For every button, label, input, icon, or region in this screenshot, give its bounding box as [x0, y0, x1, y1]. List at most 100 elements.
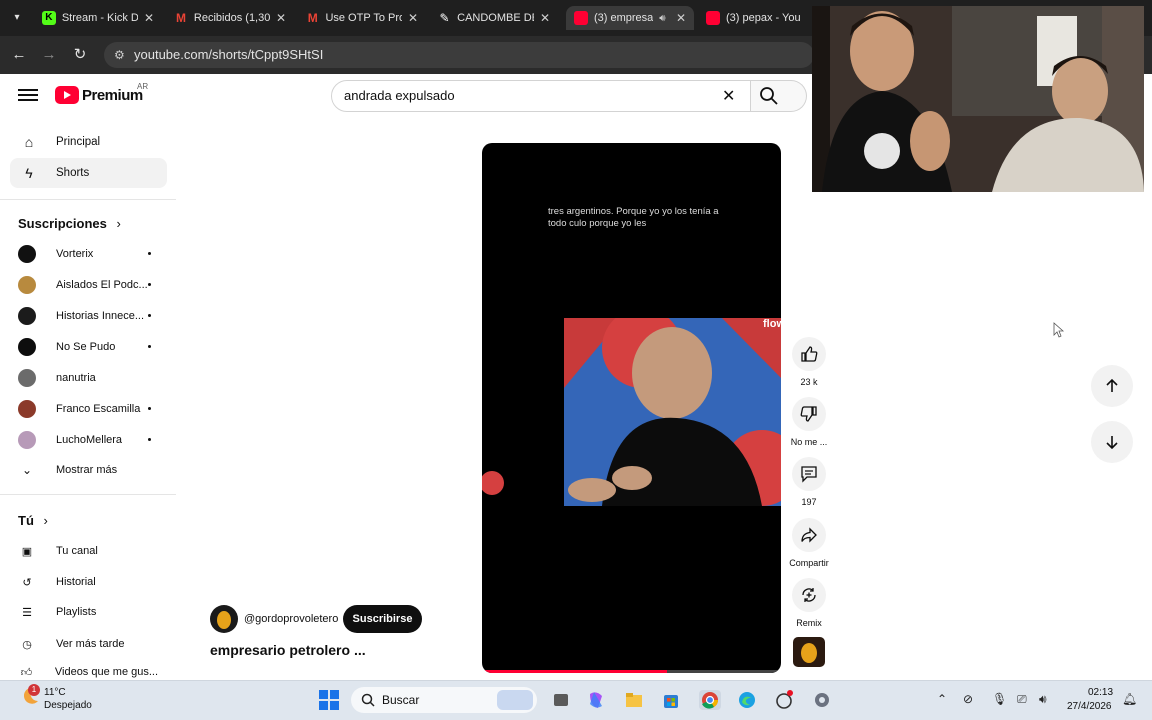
tab-title: Use OTP To Pro	[325, 12, 402, 24]
weather-description: Despejado	[44, 700, 92, 711]
sidebar-item-principal[interactable]: ⌂ Principal	[10, 127, 167, 157]
channel-avatar	[18, 276, 36, 294]
browser-tab[interactable]: M Recibidos (1,30 ✕	[166, 6, 294, 30]
next-short-button[interactable]	[1091, 421, 1133, 463]
browser-tab-active[interactable]: (3) empresa 🔊︎ ✕	[566, 6, 694, 30]
chrome-icon[interactable]	[699, 690, 721, 710]
subscription-item[interactable]: Aislados El Podc...	[18, 275, 158, 295]
clear-search-icon[interactable]: ✕	[722, 86, 735, 106]
menu-icon[interactable]	[18, 86, 38, 106]
file-explorer-icon[interactable]	[624, 690, 646, 710]
back-icon[interactable]: ←	[9, 45, 29, 65]
thumbs-up-icon	[801, 346, 818, 362]
subscriptions-heading[interactable]: Suscripciones ›	[18, 216, 121, 231]
forward-icon[interactable]: →	[39, 45, 59, 65]
clock-time[interactable]: 02:13	[1088, 687, 1113, 698]
youtube-premium-logo[interactable]: Premium AR	[55, 82, 148, 104]
sidebar-item-watch-later[interactable]: ◷ Ver más tarde	[18, 634, 158, 654]
tab-title: CANDOMBE DE	[457, 12, 534, 24]
network-icon[interactable]: ⎚	[1017, 692, 1027, 707]
sidebar-divider	[0, 199, 176, 200]
address-bar[interactable]: ⚙ youtube.com/shorts/tCppt9SHtSI	[104, 42, 814, 68]
video-progress-bar[interactable]	[482, 670, 781, 673]
search-input[interactable]: andrada expulsado	[331, 80, 751, 112]
subscription-label: Franco Escamilla	[56, 403, 141, 415]
clock-date[interactable]: 27/4/2026	[1067, 701, 1112, 712]
shorts-icon: ϟ	[25, 165, 33, 181]
gmail-icon: M	[307, 11, 318, 25]
remix-button[interactable]	[792, 578, 826, 612]
close-tab-icon[interactable]: ✕	[408, 11, 418, 25]
mouse-cursor-icon	[1053, 322, 1065, 343]
taskbar-search-placeholder: Buscar	[382, 693, 420, 707]
weather-widget[interactable]: 1	[20, 684, 40, 712]
new-content-dot	[148, 252, 151, 255]
sidebar-item-history[interactable]: ↺ Historial	[18, 572, 158, 592]
tab-list-button[interactable]: ▾	[8, 9, 26, 27]
arrow-up-icon	[1106, 378, 1118, 392]
task-view-icon[interactable]	[551, 690, 573, 710]
subscription-label: Vorterix	[56, 248, 94, 260]
subscription-item[interactable]: Vorterix	[18, 244, 158, 264]
notifications-icon[interactable]: 🔔︎	[1122, 692, 1137, 706]
subscription-item[interactable]: LuchoMellera	[18, 430, 158, 450]
comments-button[interactable]	[792, 457, 826, 491]
search-button[interactable]	[751, 80, 807, 112]
sidebar-item-liked-videos[interactable]: 👍︎ Videos que me gus...	[18, 664, 158, 680]
sidebar-item-label: Shorts	[56, 167, 90, 179]
browser-tab[interactable]: M Use OTP To Pro ✕	[298, 6, 426, 30]
channel-icon: ▣	[21, 545, 33, 558]
dislike-button[interactable]	[792, 397, 826, 431]
channel-avatar[interactable]	[210, 605, 238, 633]
sidebar-item-your-channel[interactable]: ▣ Tu canal	[18, 541, 158, 561]
new-content-dot	[148, 314, 151, 317]
new-content-dot	[148, 407, 151, 410]
store-icon[interactable]	[661, 690, 683, 710]
sidebar-item-label: Historial	[56, 576, 96, 588]
kick-icon: K	[42, 11, 56, 25]
microphone-icon[interactable]: 🎙︎	[992, 692, 1007, 706]
subscription-item[interactable]: Historias Innece...	[18, 306, 158, 326]
volume-icon[interactable]: 🔊︎	[1039, 692, 1047, 707]
speaker-icon[interactable]: 🔊︎	[659, 13, 665, 24]
subscribe-button[interactable]: Suscribirse	[343, 605, 422, 633]
you-heading[interactable]: Tú ›	[18, 513, 48, 528]
previous-short-button[interactable]	[1091, 365, 1133, 407]
show-more-button[interactable]: ⌄ Mostrar más	[18, 460, 158, 480]
sidebar-item-shorts[interactable]: ϟ Shorts	[10, 158, 167, 188]
browser-tab[interactable]: K Stream - Kick D ✕	[34, 6, 162, 30]
copilot-icon[interactable]	[586, 690, 608, 710]
settings-icon[interactable]	[812, 690, 834, 710]
taskbar-search[interactable]: Buscar	[351, 687, 537, 713]
short-video-player[interactable]: tres argentinos. Porque yo yo los tenía …	[482, 143, 781, 673]
snipping-tool-icon[interactable]	[774, 690, 796, 710]
subscription-item[interactable]: nanutria	[18, 368, 158, 388]
browser-tab[interactable]: ✎ CANDOMBE DE ✕	[430, 6, 558, 30]
sidebar-item-playlists[interactable]: ☰ Playlists	[18, 602, 158, 622]
like-button[interactable]	[792, 337, 826, 371]
edge-icon[interactable]	[737, 690, 759, 710]
audio-thumbnail[interactable]	[793, 637, 825, 667]
close-tab-icon[interactable]: ✕	[144, 11, 154, 25]
weather-temperature: 11°C	[44, 687, 66, 698]
region-code: AR	[137, 82, 149, 91]
video-title[interactable]: empresario petrolero ...	[210, 642, 366, 658]
close-tab-icon[interactable]: ✕	[676, 11, 686, 25]
search-icon	[361, 693, 375, 707]
share-button[interactable]	[792, 518, 826, 552]
subscription-item[interactable]: Franco Escamilla	[18, 399, 158, 419]
webcam-overlay	[812, 6, 1144, 192]
channel-name[interactable]: @gordoprovoletero	[244, 613, 338, 625]
windows-start-icon[interactable]	[318, 690, 340, 710]
reload-icon[interactable]: ↻	[70, 45, 90, 65]
arrow-down-icon	[1106, 436, 1118, 450]
subscription-item[interactable]: No Se Pudo	[18, 337, 158, 357]
chevron-up-icon[interactable]: ⌃	[937, 692, 947, 706]
site-settings-icon[interactable]: ⚙	[114, 42, 125, 68]
url-text: youtube.com/shorts/tCppt9SHtSI	[134, 47, 324, 62]
subscription-label: LuchoMellera	[56, 434, 123, 446]
close-tab-icon[interactable]: ✕	[276, 11, 286, 25]
close-tab-icon[interactable]: ✕	[540, 11, 550, 25]
browser-tab[interactable]: (3) pepax - You	[698, 6, 810, 30]
network-off-icon[interactable]: ⊘	[963, 692, 973, 706]
